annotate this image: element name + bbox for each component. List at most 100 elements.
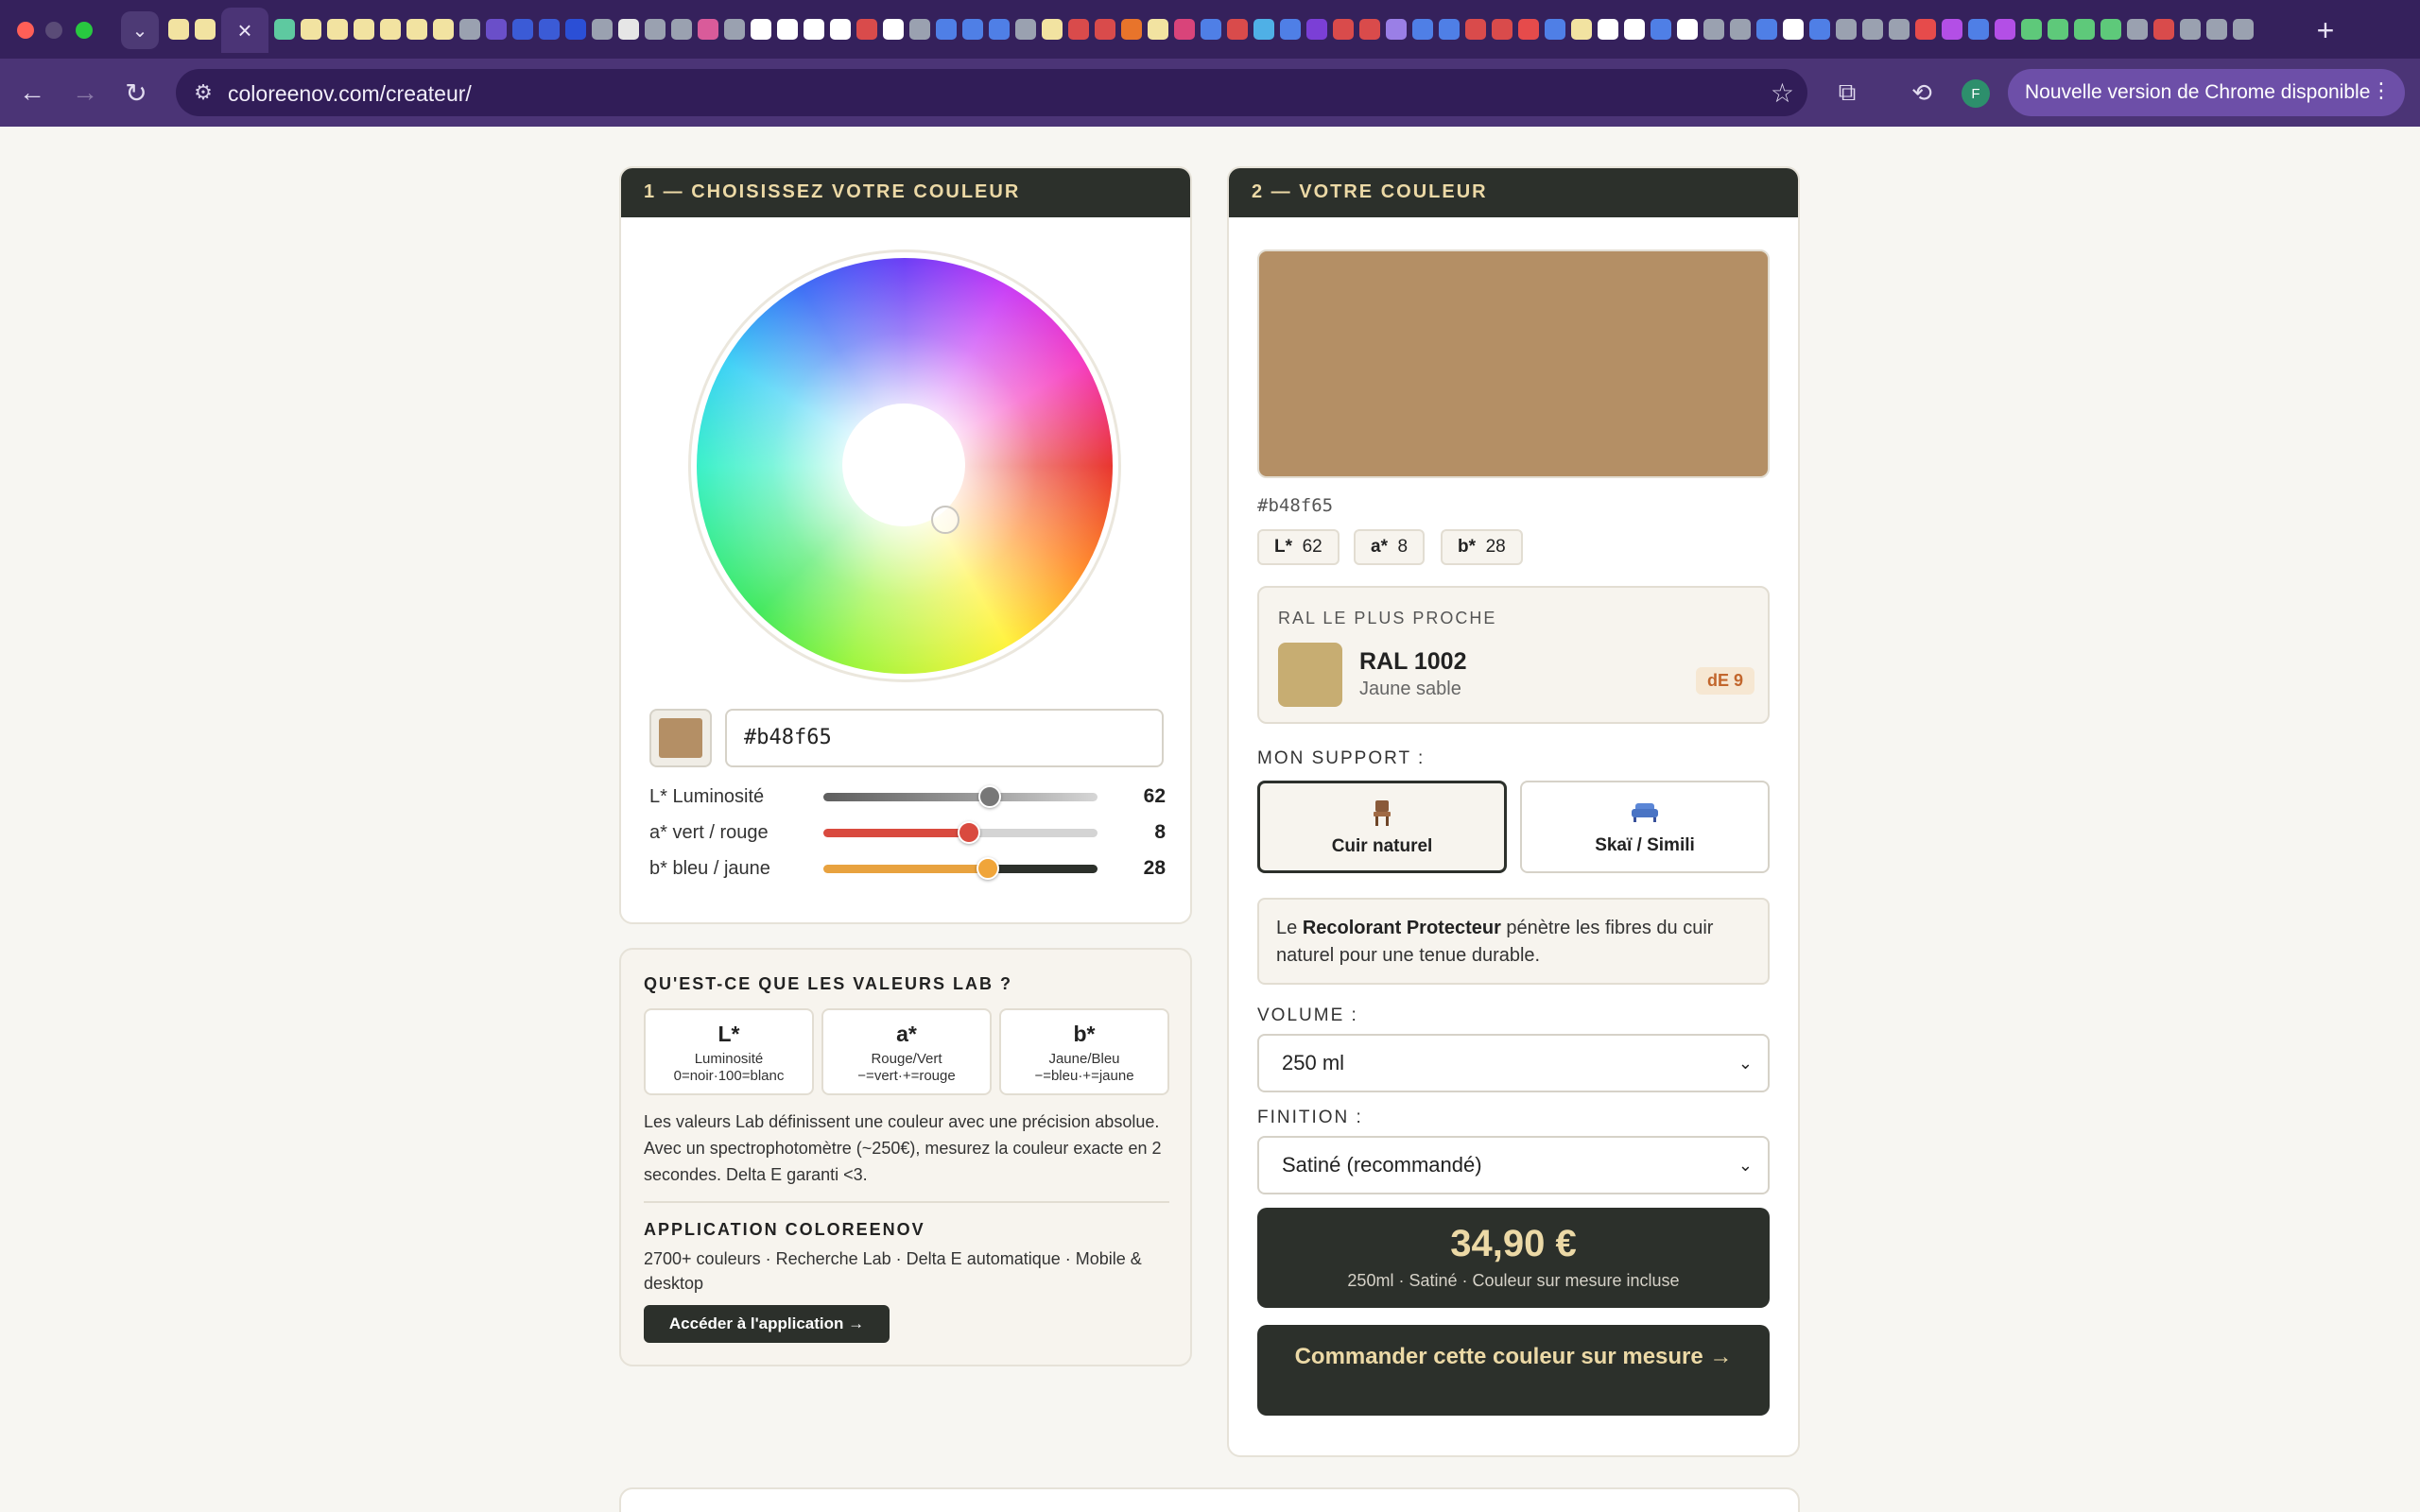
zoom-window-button[interactable] <box>76 22 93 39</box>
tab-favicon[interactable] <box>1465 19 1486 40</box>
tab-favicon[interactable] <box>804 19 824 40</box>
tab-favicon[interactable] <box>1201 19 1221 40</box>
tab-favicon[interactable] <box>2206 19 2227 40</box>
tab-favicon[interactable] <box>327 19 348 40</box>
tab-favicon[interactable] <box>301 19 321 40</box>
tab-favicon[interactable] <box>1889 19 1910 40</box>
tab-favicon[interactable] <box>2074 19 2095 40</box>
tab-favicon[interactable] <box>512 19 533 40</box>
tab-favicon[interactable] <box>671 19 692 40</box>
support-option-skai[interactable]: Skaï / Simili <box>1520 781 1770 873</box>
tab-favicon[interactable] <box>1915 19 1936 40</box>
tab-favicon[interactable] <box>433 19 454 40</box>
tab-favicon[interactable] <box>1095 19 1115 40</box>
tab-search-button[interactable]: ⌄ <box>121 11 159 49</box>
chrome-update-button[interactable]: Nouvelle version de Chrome disponible ⋮ <box>2008 69 2405 116</box>
tab-favicon[interactable] <box>936 19 957 40</box>
finish-select[interactable]: Satiné (recommandé) ⌄ <box>1257 1136 1770 1194</box>
back-button[interactable]: ← <box>13 74 51 112</box>
tab-favicon[interactable] <box>751 19 771 40</box>
tab-favicon[interactable] <box>777 19 798 40</box>
tab-favicon[interactable] <box>698 19 718 40</box>
extensions-icon[interactable]: ⧉ <box>1830 76 1864 110</box>
tab-favicon[interactable] <box>1783 19 1804 40</box>
tab-favicon[interactable] <box>2100 19 2121 40</box>
color-wheel[interactable] <box>688 249 1121 682</box>
tab-favicon[interactable] <box>2021 19 2042 40</box>
color-wheel-cursor[interactable] <box>931 506 959 534</box>
tab-favicon[interactable] <box>1015 19 1036 40</box>
tab-favicon[interactable] <box>2180 19 2201 40</box>
tab-favicon[interactable] <box>565 19 586 40</box>
tab-favicon[interactable] <box>2048 19 2068 40</box>
tab-favicon[interactable] <box>2153 19 2174 40</box>
tab-favicon[interactable] <box>1942 19 1962 40</box>
profile-avatar[interactable]: F <box>1962 79 1990 108</box>
open-app-button[interactable]: Accéder à l'application → <box>644 1305 890 1343</box>
forward-button[interactable]: → <box>66 74 104 112</box>
tab-favicon[interactable] <box>1492 19 1512 40</box>
tab-favicon[interactable] <box>618 19 639 40</box>
close-tab-icon[interactable]: × <box>237 16 251 45</box>
tab-favicon[interactable] <box>1624 19 1645 40</box>
bookmark-star-icon[interactable]: ☆ <box>1771 77 1794 109</box>
tab-favicon[interactable] <box>1148 19 1168 40</box>
volume-select[interactable]: 250 ml ⌄ <box>1257 1034 1770 1092</box>
slider-track[interactable] <box>823 821 1098 844</box>
close-window-button[interactable] <box>17 22 34 39</box>
tab-favicon[interactable] <box>1730 19 1751 40</box>
tab-favicon[interactable] <box>1359 19 1380 40</box>
new-tab-button[interactable]: + <box>2307 11 2344 49</box>
tab-favicon[interactable] <box>962 19 983 40</box>
tab-favicon[interactable] <box>1571 19 1592 40</box>
tab-favicon[interactable] <box>1703 19 1724 40</box>
slider-track[interactable] <box>823 857 1098 880</box>
tab-favicon[interactable] <box>1068 19 1089 40</box>
tab-favicon[interactable] <box>1042 19 1063 40</box>
tab-favicon[interactable] <box>1862 19 1883 40</box>
address-bar[interactable]: ⚙ coloreenov.com/createur/ ☆ <box>176 69 1807 116</box>
tab-favicon[interactable] <box>1280 19 1301 40</box>
tab-favicon[interactable] <box>195 19 216 40</box>
tab-favicon[interactable] <box>1439 19 1460 40</box>
tab-favicon[interactable] <box>1995 19 2015 40</box>
tab-favicon[interactable] <box>2233 19 2254 40</box>
tab-favicon[interactable] <box>1412 19 1433 40</box>
active-tab[interactable]: × <box>221 8 268 53</box>
tab-favicon[interactable] <box>1809 19 1830 40</box>
tab-favicon[interactable] <box>1756 19 1777 40</box>
tab-manager-icon[interactable]: ⟲ <box>1905 76 1939 110</box>
tab-favicon[interactable] <box>168 19 189 40</box>
tab-favicon[interactable] <box>459 19 480 40</box>
tab-favicon[interactable] <box>406 19 427 40</box>
tab-favicon[interactable] <box>1598 19 1618 40</box>
tab-favicon[interactable] <box>724 19 745 40</box>
minimize-window-button[interactable] <box>45 22 62 39</box>
more-menu-icon[interactable]: ⋮ <box>2371 78 2392 103</box>
tab-favicon[interactable] <box>1968 19 1989 40</box>
tab-favicon[interactable] <box>1651 19 1671 40</box>
tab-favicon[interactable] <box>1121 19 1142 40</box>
tab-favicon[interactable] <box>1333 19 1354 40</box>
tab-favicon[interactable] <box>380 19 401 40</box>
tab-favicon[interactable] <box>1306 19 1327 40</box>
tab-favicon[interactable] <box>1518 19 1539 40</box>
tab-favicon[interactable] <box>883 19 904 40</box>
tab-favicon[interactable] <box>1253 19 1274 40</box>
tab-favicon[interactable] <box>1545 19 1565 40</box>
tab-favicon[interactable] <box>856 19 877 40</box>
tab-favicon[interactable] <box>539 19 560 40</box>
tab-favicon[interactable] <box>1386 19 1407 40</box>
tab-favicon[interactable] <box>1836 19 1857 40</box>
tab-favicon[interactable] <box>1677 19 1698 40</box>
tab-favicon[interactable] <box>645 19 666 40</box>
site-settings-icon[interactable]: ⚙ <box>189 78 217 107</box>
tab-favicon[interactable] <box>592 19 613 40</box>
slider-track[interactable] <box>823 785 1098 808</box>
tab-favicon[interactable] <box>274 19 295 40</box>
slider-thumb[interactable] <box>978 785 1002 808</box>
slider-thumb[interactable] <box>977 857 999 880</box>
hex-input[interactable]: #b48f65 <box>725 709 1164 767</box>
order-button[interactable]: Commander cette couleur sur mesure → <box>1257 1325 1770 1416</box>
tab-favicon[interactable] <box>989 19 1010 40</box>
